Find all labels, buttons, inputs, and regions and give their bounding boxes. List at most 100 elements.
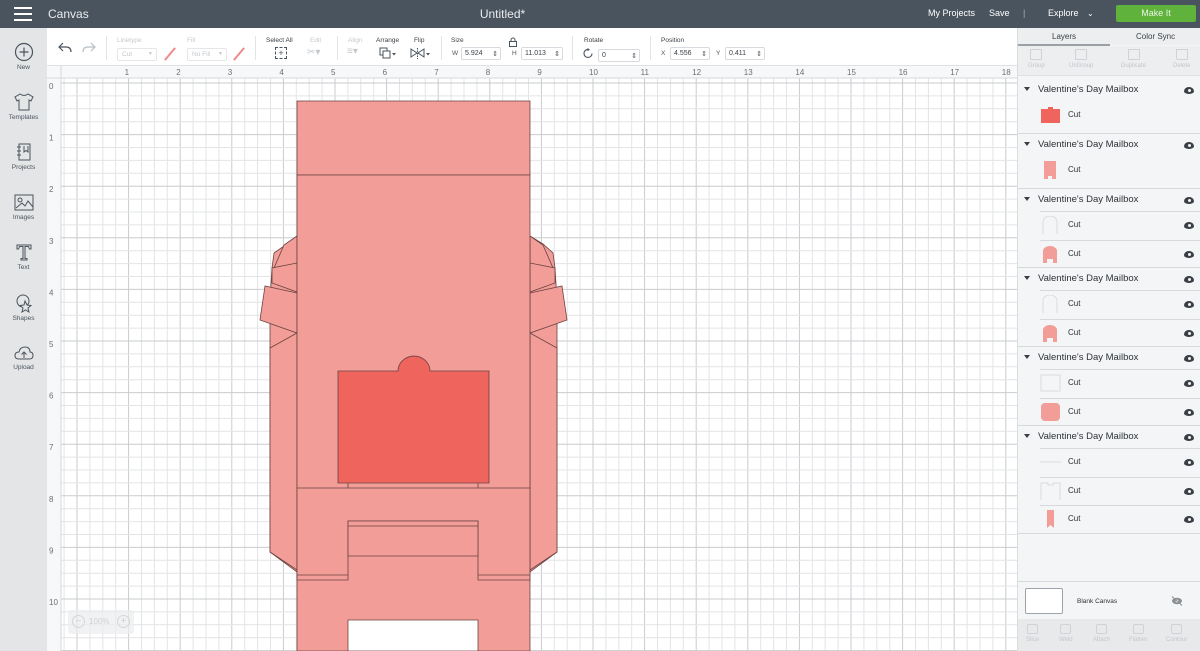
layer-item[interactable]: Cut	[1018, 505, 1200, 533]
stepper-icon[interactable]: ⇕	[631, 51, 637, 62]
fill-select[interactable]: No Fill ▼	[187, 48, 227, 61]
ruler-tick-label: 12	[692, 68, 701, 77]
collapse-triangle-icon[interactable]	[1024, 87, 1030, 91]
width-input[interactable]: 5.924 ⇕	[461, 47, 501, 60]
eye-icon[interactable]	[1184, 276, 1194, 283]
nav-upload[interactable]: Upload	[0, 344, 47, 371]
layer-item[interactable]: Cut	[1018, 319, 1200, 347]
collapse-triangle-icon[interactable]	[1024, 197, 1030, 201]
explore-menu[interactable]: Explore ⌄	[1048, 8, 1094, 18]
arrange-icon[interactable]	[379, 47, 397, 60]
flip-icon[interactable]	[410, 47, 432, 60]
nav-shapes[interactable]: Shapes	[0, 293, 47, 322]
canvas-grid[interactable]: 1234567891011121314151617181901234567891…	[47, 66, 1017, 651]
redo-icon[interactable]	[82, 41, 96, 53]
delete-button[interactable]: Delete	[1173, 49, 1190, 69]
eye-icon[interactable]	[1184, 355, 1194, 362]
eye-icon[interactable]	[1184, 250, 1194, 258]
save-link[interactable]: Save	[989, 8, 1010, 18]
layer-item[interactable]: Cut	[1018, 448, 1200, 476]
eye-icon[interactable]	[1184, 197, 1194, 204]
nav-projects[interactable]: Projects	[0, 142, 47, 171]
zoom-out-button[interactable]: −	[72, 615, 85, 628]
make-it-button[interactable]: Make It	[1116, 5, 1196, 22]
ungroup-button[interactable]: UnGroup	[1069, 49, 1093, 69]
eye-icon[interactable]	[1184, 459, 1194, 466]
edit-label: Edit	[310, 37, 322, 44]
duplicate-button[interactable]: Duplicate	[1121, 49, 1146, 69]
layer-group[interactable]: Valentine's Day Mailbox	[1018, 426, 1200, 448]
eye-icon[interactable]	[1184, 142, 1194, 149]
layer-item[interactable]: Cut	[1018, 101, 1200, 129]
nav-new[interactable]: New	[0, 42, 47, 71]
collapse-triangle-icon[interactable]	[1024, 276, 1030, 280]
nav-templates[interactable]: Templates	[0, 92, 47, 121]
layer-item[interactable]: Cut	[1018, 156, 1200, 184]
select-all-icon[interactable]: +	[275, 47, 287, 59]
layer-group[interactable]: Valentine's Day Mailbox	[1018, 347, 1200, 369]
slice-label: Slice	[1026, 637, 1040, 643]
tab-color-sync[interactable]: Color Sync	[1136, 32, 1175, 41]
contour-button[interactable]: Contour	[1166, 624, 1187, 643]
stepper-icon[interactable]: ⇕	[492, 49, 498, 60]
eye-hidden-icon[interactable]	[1171, 596, 1183, 606]
document-title[interactable]: Untitled*	[0, 7, 1005, 21]
eye-icon[interactable]	[1184, 329, 1194, 337]
layer-group[interactable]: Valentine's Day Mailbox	[1018, 189, 1200, 211]
eye-icon[interactable]	[1184, 87, 1194, 94]
height-input[interactable]: 11.013 ⇕	[521, 47, 563, 60]
blank-canvas-label: Blank Canvas	[1077, 598, 1118, 605]
align-icon[interactable]: ≡▾	[347, 46, 358, 57]
layer-item[interactable]: Cut	[1018, 369, 1200, 397]
blank-canvas-swatch[interactable]	[1025, 588, 1063, 614]
slice-button[interactable]: Slice	[1026, 624, 1039, 643]
layer-group[interactable]: Valentine's Day Mailbox	[1018, 134, 1200, 156]
eye-icon[interactable]	[1184, 487, 1194, 495]
scissors-icon[interactable]: ✂▾	[307, 47, 320, 58]
duplicate-label: Duplicate	[1121, 63, 1147, 69]
ruler-tick-label: 9	[537, 68, 542, 77]
lock-icon[interactable]	[508, 37, 518, 47]
stepper-icon[interactable]: ⇕	[701, 49, 707, 60]
tab-layers[interactable]: Layers	[1052, 32, 1076, 41]
design-canvas[interactable]: 1234567891011121314151617181901234567891…	[47, 66, 1017, 651]
layer-item[interactable]: Cut	[1018, 477, 1200, 505]
rotate-input[interactable]: 0 ⇕	[598, 49, 640, 62]
weld-button[interactable]: Weld	[1059, 624, 1073, 643]
stepper-icon[interactable]: ⇕	[554, 49, 560, 60]
my-projects-link[interactable]: My Projects	[928, 8, 975, 18]
fill-color-swatch[interactable]	[232, 47, 246, 61]
linetype-color-swatch[interactable]	[163, 47, 177, 61]
collapse-triangle-icon[interactable]	[1024, 142, 1030, 146]
fill-value: No Fill	[192, 51, 211, 58]
eye-icon[interactable]	[1184, 222, 1194, 229]
layer-item[interactable]: Cut	[1018, 211, 1200, 239]
eye-icon[interactable]	[1184, 516, 1194, 523]
layer-group[interactable]: Valentine's Day Mailbox	[1018, 268, 1200, 290]
layer-thumbnail	[1040, 215, 1061, 234]
flatten-button[interactable]: Flatten	[1129, 624, 1147, 643]
layer-item[interactable]: Cut	[1018, 398, 1200, 426]
layer-item[interactable]: Cut	[1018, 290, 1200, 318]
stepper-icon[interactable]: ⇕	[756, 49, 762, 60]
attach-button[interactable]: Attach	[1093, 624, 1110, 643]
zoom-in-button[interactable]: +	[117, 615, 130, 628]
blank-canvas-row[interactable]: Blank Canvas	[1018, 581, 1200, 619]
layer-group[interactable]: Valentine's Day Mailbox	[1018, 79, 1200, 101]
nav-images[interactable]: Images	[0, 192, 47, 221]
collapse-triangle-icon[interactable]	[1024, 434, 1030, 438]
nav-text[interactable]: Text	[0, 242, 47, 271]
layer-thumbnail	[1040, 161, 1061, 179]
collapse-triangle-icon[interactable]	[1024, 355, 1030, 359]
group-button[interactable]: Group	[1028, 49, 1045, 69]
layer-item[interactable]: Cut	[1018, 240, 1200, 268]
eye-icon[interactable]	[1184, 380, 1194, 387]
eye-icon[interactable]	[1184, 434, 1194, 441]
y-position-input[interactable]: 0.411 ⇕	[725, 47, 765, 60]
undo-icon[interactable]	[58, 41, 72, 53]
eye-icon[interactable]	[1184, 408, 1194, 416]
linetype-select[interactable]: Cut ▼	[117, 48, 157, 61]
x-position-input[interactable]: 4.556 ⇕	[670, 47, 710, 60]
explore-label: Explore	[1048, 8, 1079, 18]
eye-icon[interactable]	[1184, 301, 1194, 308]
